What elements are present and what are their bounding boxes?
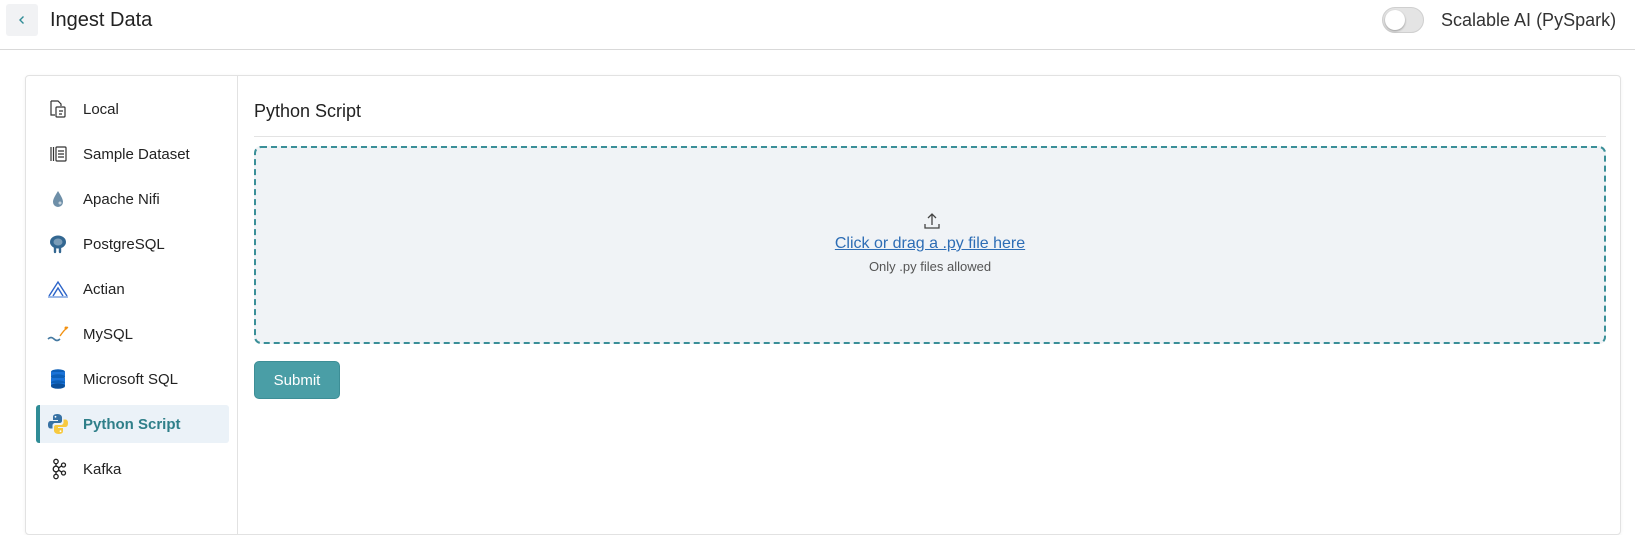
sidebar-item-python-script[interactable]: Python Script [36,405,229,443]
sidebar-item-actian[interactable]: Actian [36,270,229,308]
sidebar-item-label: MySQL [83,325,134,343]
page-title: Ingest Data [50,9,153,31]
chevron-left-icon [19,16,24,24]
sidebar-item-apache-nifi[interactable]: Apache Nifi [36,180,229,218]
apache-nifi-icon [46,187,70,211]
sidebar-item-microsoft-sql[interactable]: Microsoft SQL [36,360,229,398]
kafka-icon [46,457,70,481]
back-button[interactable] [6,4,38,36]
local-file-icon [46,97,70,121]
sidebar-item-local[interactable]: Local [36,90,229,128]
ingest-panel: Local Sample Dataset Apache Nifi Postgre… [25,75,1621,535]
upload-link[interactable]: Click or drag a .py file here [256,235,1604,253]
file-dropzone[interactable]: Click or drag a .py file here Only .py f… [254,146,1606,344]
section-title: Python Script [254,101,362,121]
sidebar-item-kafka[interactable]: Kafka [36,450,229,488]
sidebar-item-mysql[interactable]: MySQL [36,315,229,353]
python-icon [46,412,70,436]
mysql-icon [46,322,70,346]
toggle-knob [1385,10,1405,30]
sidebar-item-label: Kafka [83,460,122,478]
sidebar-item-label: Local [83,100,119,118]
divider [254,136,1606,137]
actian-icon [46,277,70,301]
sidebar-item-label: Microsoft SQL [83,370,179,388]
sidebar-item-label: PostgreSQL [83,235,165,253]
sidebar-item-sample-dataset[interactable]: Sample Dataset [36,135,229,173]
sidebar-item-label: Sample Dataset [83,145,190,163]
postgresql-icon [46,232,70,256]
sample-dataset-icon [46,142,70,166]
sidebar-item-label: Actian [83,280,125,298]
main-content: Python Script Click or drag a .py file h… [254,76,1609,534]
sidebar-item-label: Python Script [83,415,181,433]
sidebar-item-postgresql[interactable]: PostgreSQL [36,225,229,263]
microsoft-sql-icon [46,367,70,391]
sidebar-item-label: Apache Nifi [83,190,160,208]
scalable-ai-toggle[interactable] [1382,7,1424,33]
submit-button[interactable]: Submit [254,361,340,399]
upload-icon [924,213,940,229]
top-bar: Ingest Data Scalable AI (PySpark) [0,0,1635,50]
source-sidebar: Local Sample Dataset Apache Nifi Postgre… [26,76,238,534]
toggle-label: Scalable AI (PySpark) [1441,10,1617,30]
upload-hint: Only .py files allowed [868,259,992,274]
